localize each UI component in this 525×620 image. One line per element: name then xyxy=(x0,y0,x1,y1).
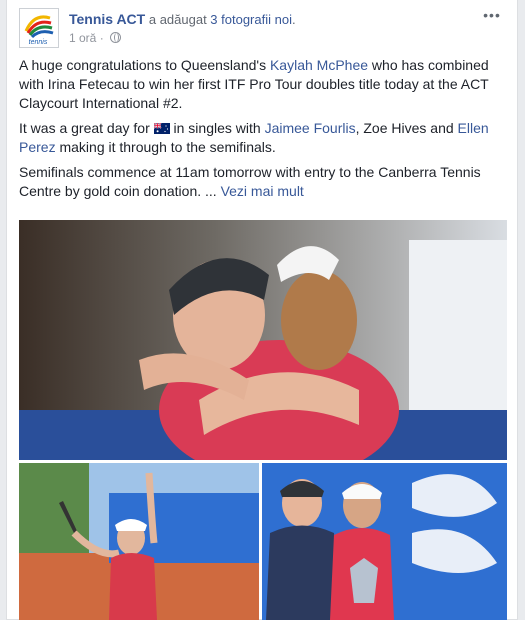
photos-added-link[interactable]: 3 fotografii noi xyxy=(210,12,292,27)
tennis-act-logo-icon: tennis xyxy=(20,9,58,47)
p1-text-before: A huge congratulations to Queensland's xyxy=(19,57,270,73)
facebook-post: tennis Tennis ACT a adăugat 3 fotografii… xyxy=(6,0,518,620)
post-paragraph-2: It was a great day for in singles with J… xyxy=(19,119,507,157)
p2-text-sep: , Zoe Hives and xyxy=(355,120,458,136)
trophy-photo-image xyxy=(262,463,507,620)
globe-icon[interactable] xyxy=(110,32,122,43)
post-header: tennis Tennis ACT a adăugat 3 fotografii… xyxy=(19,8,505,48)
photo-grid xyxy=(19,220,507,620)
photo-trophy[interactable] xyxy=(262,463,507,620)
see-more-link[interactable]: Vezi mai mult xyxy=(221,183,304,199)
post-options-button[interactable]: ••• xyxy=(481,8,503,24)
post-action-end: . xyxy=(291,12,296,27)
kaylah-mcphee-link[interactable]: Kaylah McPhee xyxy=(270,57,368,73)
post-title-line: Tennis ACT a adăugat 3 fotografii noi. xyxy=(69,11,296,28)
jaimee-fourlis-link[interactable]: Jaimee Fourlis xyxy=(265,120,356,136)
page-avatar[interactable]: tennis xyxy=(19,8,59,48)
svg-text:tennis: tennis xyxy=(29,39,48,46)
p2-text-before: It was a great day for xyxy=(19,120,154,136)
p2-text-after: making it through to the semifinals. xyxy=(55,139,276,155)
post-text: A huge congratulations to Queensland's K… xyxy=(19,56,507,207)
photo-main-hug[interactable] xyxy=(19,220,507,460)
post-meta: 1 oră · xyxy=(69,30,122,46)
photo-celebration[interactable] xyxy=(19,463,259,620)
p2-text-middle: in singles with xyxy=(169,120,265,136)
post-timestamp[interactable]: 1 oră xyxy=(69,31,96,45)
post-paragraph-3: Semifinals commence at 11am tomorrow wit… xyxy=(19,163,507,201)
hug-photo-image xyxy=(19,220,507,460)
post-action-text: a adăugat xyxy=(145,12,211,27)
post-paragraph-1: A huge congratulations to Queensland's K… xyxy=(19,56,507,113)
page-name-link[interactable]: Tennis ACT xyxy=(69,11,145,27)
australia-flag-icon xyxy=(153,123,170,134)
celebration-photo-image xyxy=(19,463,259,620)
meta-separator: · xyxy=(96,31,108,45)
